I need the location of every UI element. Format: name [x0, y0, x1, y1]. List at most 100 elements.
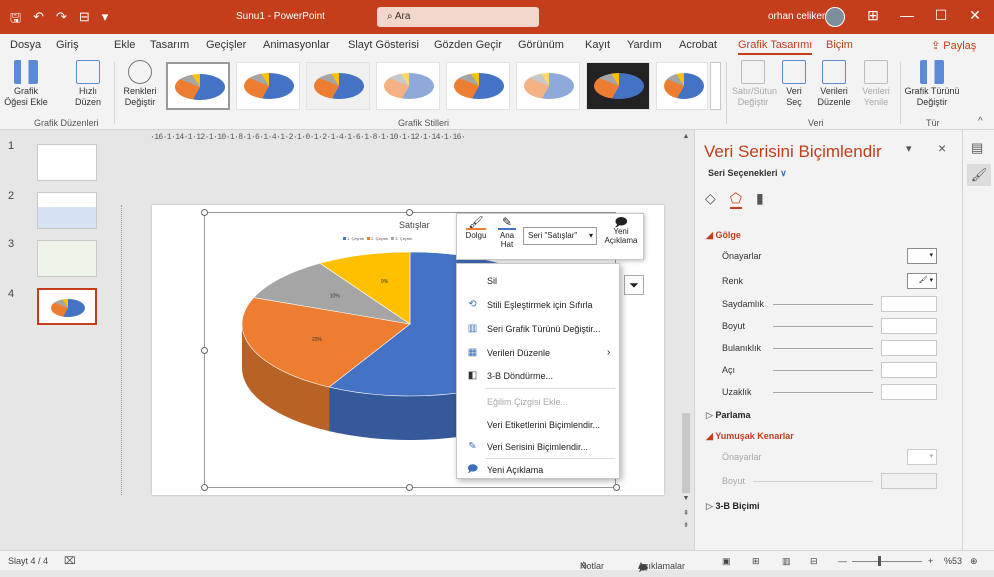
zoom-out-icon[interactable]: —: [838, 556, 847, 566]
angle-input[interactable]: [881, 362, 937, 378]
collapse-ribbon-icon[interactable]: ^: [978, 116, 983, 127]
tab-animations[interactable]: Animasyonlar: [263, 39, 330, 51]
transparency-slider[interactable]: [773, 304, 873, 305]
add-chart-element-button[interactable]: Grafik Öğesi Ekle: [4, 60, 48, 108]
chart-style-1[interactable]: [166, 62, 230, 110]
effects-icon[interactable]: ⬠: [729, 190, 742, 209]
transparency-input[interactable]: [881, 296, 937, 312]
edit-data-button[interactable]: Verileri Düzenle: [814, 60, 854, 108]
slide-thumbnail-3[interactable]: [37, 240, 97, 277]
blur-slider[interactable]: [773, 348, 873, 349]
change-colors-button[interactable]: Renkleri Değiştir: [120, 60, 160, 108]
angle-slider[interactable]: [773, 370, 873, 371]
tab-file[interactable]: Dosya: [10, 39, 41, 51]
present-icon[interactable]: ⊟: [79, 9, 90, 31]
slide-thumbnail-4[interactable]: [37, 288, 97, 325]
editor-scrollbar[interactable]: ▲ ▼ ⇞ ⇟: [680, 133, 692, 533]
customize-qat-icon[interactable]: ▾: [102, 9, 109, 31]
save-icon[interactable]: 🖫: [10, 9, 21, 31]
format-shape-icon[interactable]: 🖌: [967, 164, 991, 186]
soft-edges-size-slider[interactable]: [753, 481, 873, 482]
size-input[interactable]: [881, 318, 937, 334]
section-3d-format[interactable]: ▷ 3-B Biçimi: [706, 501, 759, 512]
series-options-icon[interactable]: ▮: [756, 190, 764, 209]
tab-help[interactable]: Yardım: [627, 39, 662, 51]
tab-design[interactable]: Tasarım: [150, 39, 189, 51]
chart-style-5[interactable]: [446, 62, 510, 110]
redo-icon[interactable]: ↷: [56, 9, 67, 31]
menu-item-new-comment[interactable]: 🗩 Yeni Açıklama: [457, 459, 621, 481]
slide-thumbnail-1[interactable]: [37, 144, 97, 181]
menu-item-delete[interactable]: Sil: [457, 270, 621, 292]
chart-style-7[interactable]: [586, 62, 650, 110]
reading-view-icon[interactable]: ▥: [782, 556, 791, 567]
menu-item-edit-data[interactable]: ▦ Verileri Düzenle ›: [457, 342, 621, 364]
normal-view-icon[interactable]: ▣: [722, 556, 731, 567]
tab-record[interactable]: Kayıt: [585, 39, 610, 51]
undo-icon[interactable]: ↶: [33, 9, 44, 31]
menu-item-reset-style[interactable]: ⟲ Stili Eşleştirmek için Sıfırla: [457, 294, 621, 316]
tab-home[interactable]: Giriş: [56, 39, 79, 51]
user-name[interactable]: orhan celiker: [768, 11, 825, 22]
chart-filters-button[interactable]: ⏷: [624, 275, 644, 295]
series-options-dropdown[interactable]: Seri Seçenekleri ∨: [708, 168, 787, 179]
size-slider[interactable]: [773, 326, 873, 327]
refresh-data-button[interactable]: Verileri Yenile: [858, 60, 894, 108]
tab-review[interactable]: Gözden Geçir: [434, 39, 502, 51]
series-select-dropdown[interactable]: Seri "Satışlar" ▾: [523, 227, 597, 245]
ribbon-display-icon[interactable]: ⊞: [858, 7, 888, 24]
close-button[interactable]: ✕: [960, 7, 990, 24]
section-shadow[interactable]: ◢ Gölge: [706, 230, 741, 241]
chart-style-6[interactable]: [516, 62, 580, 110]
chart-style-2[interactable]: [236, 62, 300, 110]
fill-button[interactable]: 🖌 Dolgu: [463, 216, 489, 240]
share-button[interactable]: ⇪ Paylaş: [931, 39, 976, 52]
next-slide-icon[interactable]: ⇟: [680, 521, 692, 533]
close-icon[interactable]: ×: [938, 140, 946, 156]
maximize-button[interactable]: ☐: [926, 7, 956, 24]
avatar[interactable]: [825, 7, 845, 27]
data-label[interactable]: 9%: [381, 279, 389, 285]
select-data-button[interactable]: Veri Seç: [778, 60, 810, 108]
menu-item-format-labels[interactable]: Veri Etiketlerini Biçimlendir...: [457, 414, 621, 436]
data-label[interactable]: 10%: [330, 294, 341, 300]
data-label[interactable]: 23%: [312, 337, 323, 343]
slideshow-icon[interactable]: ⊟: [810, 556, 818, 567]
chart-style-4[interactable]: [376, 62, 440, 110]
menu-item-3d-rotation[interactable]: ◧ 3-B Döndürme...: [457, 365, 621, 387]
distance-slider[interactable]: [773, 392, 873, 393]
switch-row-column-button[interactable]: Satır/Sütun Değiştir: [732, 60, 777, 108]
scroll-down-icon[interactable]: ▼: [680, 495, 692, 507]
fill-line-icon[interactable]: ◇: [705, 190, 716, 209]
chart-style-3[interactable]: [306, 62, 370, 110]
zoom-slider[interactable]: [852, 556, 922, 566]
previous-slide-icon[interactable]: ⇞: [680, 509, 692, 521]
fit-to-window-icon[interactable]: ⊕: [970, 556, 978, 567]
outline-button[interactable]: ✎ Ana Hat: [495, 216, 519, 249]
tab-chart-design[interactable]: Grafik Tasarımı: [738, 39, 813, 55]
blur-input[interactable]: [881, 340, 937, 356]
tab-slideshow[interactable]: Slayt Gösterisi: [348, 39, 419, 51]
tab-transitions[interactable]: Geçişler: [206, 39, 246, 51]
presets-dropdown[interactable]: ▾: [907, 248, 937, 264]
slide-sorter-icon[interactable]: ⊞: [752, 556, 760, 567]
pane-options-icon[interactable]: ▾: [906, 142, 912, 155]
tab-acrobat[interactable]: Acrobat: [679, 39, 717, 51]
quick-layout-button[interactable]: Hızlı Düzen: [70, 60, 106, 108]
color-picker[interactable]: 🖌 ▾: [907, 273, 937, 289]
change-chart-type-button[interactable]: Grafik Türünü Değiştir: [904, 60, 960, 108]
format-area-icon[interactable]: ▤: [971, 140, 983, 156]
styles-gallery-scroll[interactable]: [710, 62, 721, 110]
distance-input[interactable]: [881, 384, 937, 400]
soft-edges-presets-dropdown[interactable]: ▾: [907, 449, 937, 465]
section-glow[interactable]: ▷ Parlama: [706, 410, 750, 421]
chart-style-8[interactable]: [656, 62, 708, 110]
menu-item-format-series[interactable]: ✎ Veri Serisini Biçimlendir...: [457, 436, 621, 458]
tab-insert[interactable]: Ekle: [114, 39, 135, 51]
minimize-button[interactable]: —: [892, 7, 922, 23]
new-comment-button[interactable]: 🗩 Yeni Açıklama: [601, 216, 641, 245]
menu-item-add-trendline[interactable]: Eğilim Çizgisi Ekle...: [457, 391, 621, 413]
scroll-thumb[interactable]: [682, 413, 690, 493]
accessibility-icon[interactable]: ⌧: [64, 556, 76, 567]
scroll-up-icon[interactable]: ▲: [680, 133, 692, 145]
